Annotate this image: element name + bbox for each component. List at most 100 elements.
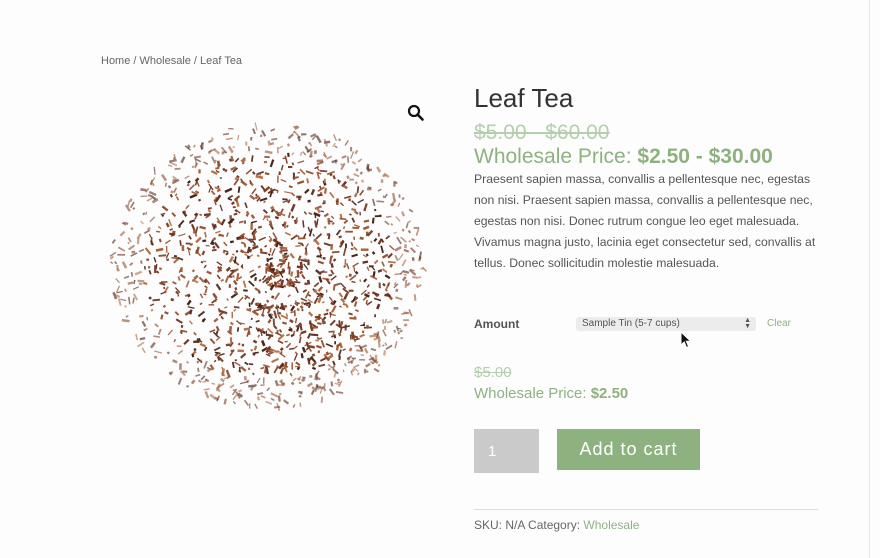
tea-leaf-fragment (213, 317, 219, 323)
tea-leaf-fragment (413, 226, 420, 229)
tea-leaf-fragment (313, 282, 320, 288)
tea-leaf-fragment (175, 318, 183, 324)
tea-leaf-fragment (260, 251, 268, 255)
tea-leaf-fragment (254, 122, 258, 131)
tea-leaf-fragment (342, 348, 346, 351)
tea-leaf-fragment (179, 273, 186, 279)
tea-leaf-fragment (304, 251, 308, 255)
tea-leaf-fragment (254, 403, 259, 410)
tea-leaf-fragment (128, 298, 131, 305)
tea-leaf-fragment (367, 168, 372, 172)
tea-leaf-fragment (250, 155, 254, 162)
tea-leaf-fragment (250, 220, 258, 224)
tea-leaf-fragment (237, 296, 244, 304)
tea-leaf-fragment (307, 294, 312, 297)
tea-leaf-fragment (323, 312, 329, 316)
tea-leaf-fragment (360, 324, 364, 327)
tea-leaf-fragment (271, 295, 275, 299)
tea-leaf-fragment (310, 188, 316, 196)
tea-leaf-fragment (384, 220, 390, 226)
tea-leaf-fragment (177, 377, 183, 385)
tea-leaf-fragment (391, 192, 396, 201)
tea-leaf-fragment (262, 208, 268, 214)
tea-leaf-fragment (404, 244, 407, 249)
tea-leaf-fragment (286, 333, 291, 337)
variation-original-price: $5.00 (474, 364, 512, 381)
clear-selection-link[interactable]: Clear (767, 318, 791, 329)
tea-leaf-fragment (254, 276, 258, 282)
tea-leaf-fragment (342, 369, 345, 373)
tea-leaf-fragment (260, 366, 265, 370)
tea-leaf-fragment (320, 210, 325, 213)
tea-leaf-fragment (228, 256, 234, 263)
add-to-cart-button[interactable]: Add to cart (557, 429, 700, 470)
tea-leaf-fragment (263, 160, 268, 164)
tea-leaf-fragment (385, 235, 391, 240)
tea-leaf-fragment (354, 345, 360, 347)
tea-leaf-fragment (412, 275, 418, 279)
tea-leaf-fragment (132, 286, 140, 290)
tea-leaf-fragment (124, 305, 127, 308)
amount-select[interactable]: Sample Tin (5-7 cups) ▲ ▼ (576, 317, 756, 331)
tea-leaf-fragment (295, 365, 301, 368)
tea-leaf-fragment (164, 311, 169, 315)
tea-leaf-fragment (317, 193, 323, 197)
breadcrumb-home-link[interactable]: Home (101, 55, 130, 67)
tea-leaf-fragment (314, 150, 317, 154)
tea-leaf-fragment (401, 259, 407, 267)
tea-leaf-fragment (178, 233, 186, 237)
tea-leaf-fragment (225, 266, 232, 272)
tea-leaf-fragment (273, 366, 279, 374)
tea-leaf-fragment (274, 292, 281, 300)
sku-label: SKU: (474, 518, 506, 532)
tea-leaf-fragment (333, 334, 337, 339)
tea-leaf-fragment (347, 156, 350, 163)
tea-leaf-fragment (127, 237, 132, 243)
tea-leaf-fragment (199, 225, 206, 230)
tea-leaf-fragment (143, 229, 151, 235)
tea-leaf-fragment (371, 198, 376, 207)
tea-leaf-fragment (153, 335, 161, 338)
tea-leaf-fragment (384, 193, 388, 199)
tea-leaf-fragment (338, 305, 342, 308)
tea-leaf-fragment (129, 262, 134, 266)
tea-leaf-fragment (270, 392, 279, 398)
tea-leaf-fragment (146, 227, 151, 231)
product-image[interactable] (101, 96, 437, 436)
tea-leaf-fragment (174, 167, 181, 170)
category-link[interactable]: Wholesale (583, 518, 639, 532)
tea-leaf-fragment (248, 302, 251, 307)
tea-leaf-fragment (323, 200, 326, 203)
tea-leaf-fragment (240, 180, 248, 187)
tea-leaf-fragment (265, 330, 268, 335)
tea-leaf-fragment (339, 202, 345, 207)
tea-leaf-fragment (400, 236, 407, 243)
breadcrumb-wholesale-link[interactable]: Wholesale (140, 55, 191, 67)
tea-leaf-fragment (382, 195, 385, 199)
tea-leaf-fragment (197, 379, 202, 384)
tea-leaf-fragment (143, 327, 148, 332)
tea-leaf-fragment (384, 318, 387, 324)
tea-leaf-fragment (111, 239, 116, 244)
tea-leaf-fragment (316, 322, 322, 325)
quantity-input[interactable] (474, 429, 539, 473)
tea-leaf-fragment (328, 388, 335, 396)
tea-leaf-fragment (298, 395, 302, 398)
tea-leaf-fragment (297, 172, 300, 174)
tea-leaf-fragment (278, 328, 283, 333)
tea-leaf-fragment (199, 342, 207, 348)
tea-leaf-fragment (350, 151, 355, 159)
tea-leaf-fragment (338, 235, 343, 239)
tea-leaf-fragment (184, 175, 190, 180)
tea-leaf-fragment (234, 157, 240, 163)
tea-leaf-fragment (399, 329, 403, 333)
tea-leaf-fragment (156, 230, 161, 233)
tea-leaf-fragment (243, 243, 247, 248)
tea-leaf-fragment (152, 298, 161, 302)
tea-leaf-fragment (167, 184, 172, 189)
tea-leaf-fragment (408, 208, 414, 213)
tea-leaf-fragment (247, 146, 251, 152)
zoom-icon[interactable] (407, 104, 425, 122)
tea-leaves-image (109, 122, 427, 411)
tea-leaf-fragment (352, 226, 360, 230)
